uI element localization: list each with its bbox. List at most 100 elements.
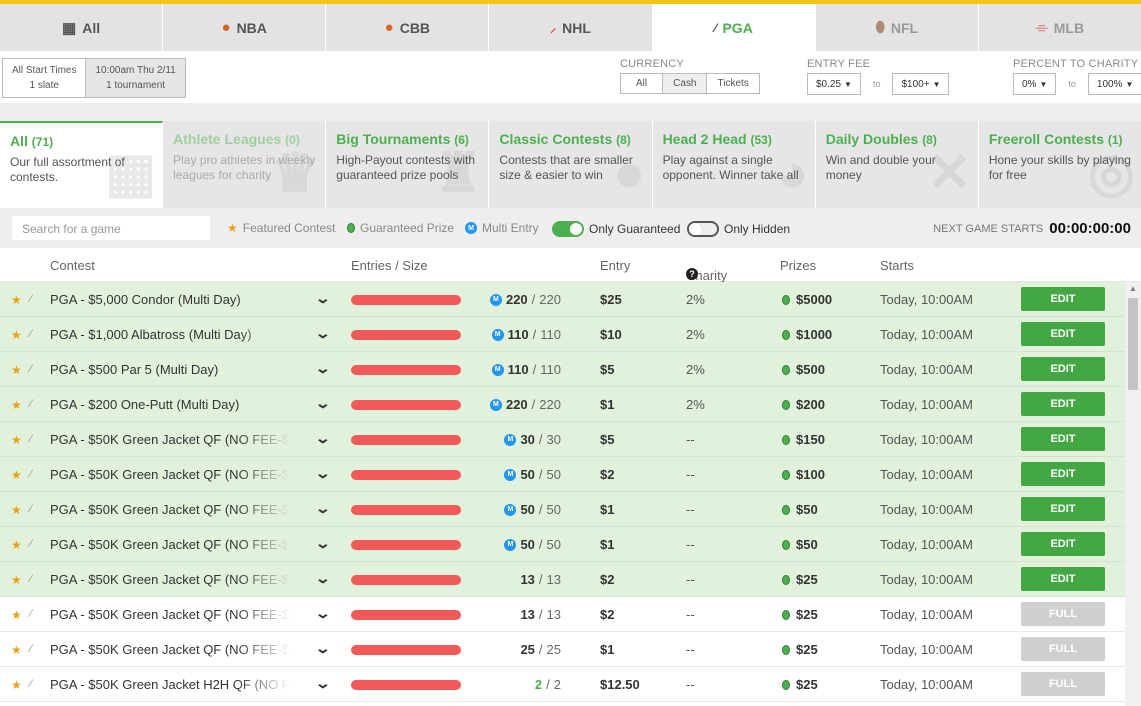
full-button[interactable]: FULL: [1021, 672, 1105, 696]
contest-name[interactable]: PGA - $50K Green Jacket QF (NO FEE-$1) (…: [50, 537, 290, 552]
table-row[interactable]: ★ ⁄ PGA - $5,000 Condor (Multi Day) ⌄ M 220/2…: [0, 282, 1141, 317]
chevron-down-icon[interactable]: ⌄: [315, 605, 331, 622]
table-row[interactable]: ★ ⁄ PGA - $50K Green Jacket QF (NO FEE-$1)…: [0, 527, 1141, 562]
star-icon[interactable]: ★: [11, 293, 22, 307]
chevron-down-icon[interactable]: ⌄: [315, 640, 331, 657]
tab-nfl[interactable]: ⬮ NFL: [816, 4, 979, 51]
star-icon[interactable]: ★: [11, 573, 22, 587]
contest-name[interactable]: PGA - $50K Green Jacket QF (NO FEE-$2) (…: [50, 607, 290, 622]
chevron-down-icon[interactable]: ⌄: [315, 535, 331, 552]
only-hidden-toggle[interactable]: Only Hidden: [687, 221, 790, 237]
edit-button[interactable]: EDIT: [1021, 357, 1105, 381]
slate-thursday[interactable]: 10:00am Thu 2/11 1 tournament: [85, 59, 185, 97]
charity-max-select[interactable]: 100% ▼: [1087, 73, 1141, 95]
tab-mlb[interactable]: ⌯ MLB: [979, 4, 1141, 51]
entries-size: 2: [553, 677, 561, 692]
slate-all[interactable]: All Start Times 1 slate: [3, 59, 85, 97]
chevron-down-icon[interactable]: ⌄: [315, 465, 331, 482]
category-daily-doubles[interactable]: ✕ Daily Doubles (8) Win and double your …: [816, 121, 979, 208]
help-icon[interactable]: ?: [686, 268, 698, 280]
tab-pga[interactable]: ⁄ PGA: [652, 4, 816, 51]
category-freeroll-contests[interactable]: ◎ Freeroll Contests (1) Hone your skills…: [979, 121, 1141, 208]
col-entry[interactable]: Entry: [600, 258, 630, 273]
col-prizes[interactable]: Prizes: [780, 258, 816, 273]
edit-button[interactable]: EDIT: [1021, 287, 1105, 311]
category-classic-contests[interactable]: ● Classic Contests (8) Contests that are…: [489, 121, 653, 208]
star-icon[interactable]: ★: [11, 503, 22, 517]
chevron-down-icon[interactable]: ⌄: [315, 430, 331, 447]
contest-name[interactable]: PGA - $50K Green Jacket QF (NO FEE-$1) (…: [50, 502, 290, 517]
full-button[interactable]: FULL: [1021, 637, 1105, 661]
edit-button[interactable]: EDIT: [1021, 392, 1105, 416]
edit-button[interactable]: EDIT: [1021, 427, 1105, 451]
toggle-switch[interactable]: [552, 221, 584, 237]
contest-name[interactable]: PGA - $500 Par 5 (Multi Day): [50, 362, 290, 377]
category-athlete-leagues[interactable]: ♛ Athlete Leagues (0) Play pro athletes …: [163, 121, 327, 208]
table-row[interactable]: ★ ⁄ PGA - $50K Green Jacket QF (NO FEE-$2)…: [0, 562, 1141, 597]
only-guaranteed-toggle[interactable]: Only Guaranteed: [552, 221, 680, 237]
contest-name[interactable]: PGA - $50K Green Jacket QF (NO FEE-$1) (…: [50, 642, 290, 657]
tab-all[interactable]: ▦ All: [0, 4, 164, 51]
star-icon[interactable]: ★: [11, 328, 22, 342]
entry-fee-max-select[interactable]: $100+ ▼: [892, 73, 950, 95]
chevron-down-icon[interactable]: ⌄: [315, 360, 331, 377]
contest-name[interactable]: PGA - $200 One-Putt (Multi Day): [50, 397, 290, 412]
full-button[interactable]: FULL: [1021, 602, 1105, 626]
category-big-tournaments[interactable]: ♜ Big Tournaments (6) High-Payout contes…: [326, 121, 490, 208]
table-row[interactable]: ★ ⁄ PGA - $50K Green Jacket QF (NO FEE-$1)…: [0, 492, 1141, 527]
toggle-switch[interactable]: [687, 221, 719, 237]
chevron-down-icon[interactable]: ⌄: [315, 290, 331, 307]
contest-name[interactable]: PGA - $1,000 Albatross (Multi Day): [50, 327, 290, 342]
star-icon[interactable]: ★: [11, 643, 22, 657]
star-icon[interactable]: ★: [11, 398, 22, 412]
category-head-2-head[interactable]: ◕ Head 2 Head (53) Play against a single…: [653, 121, 816, 208]
edit-button[interactable]: EDIT: [1021, 322, 1105, 346]
currency-tickets[interactable]: Tickets: [706, 74, 758, 93]
star-icon[interactable]: ★: [11, 363, 22, 377]
search-input[interactable]: Search for a game: [11, 215, 211, 241]
star-icon[interactable]: ★: [11, 608, 22, 622]
contest-name[interactable]: PGA - $50K Green Jacket QF (NO FEE-$2) (…: [50, 572, 290, 587]
chevron-down-icon[interactable]: ⌄: [315, 325, 331, 342]
table-row[interactable]: ★ ⁄ PGA - $50K Green Jacket QF (NO FEE-$5)…: [0, 422, 1141, 457]
edit-button[interactable]: EDIT: [1021, 567, 1105, 591]
currency-all[interactable]: All: [621, 74, 662, 93]
contest-name[interactable]: PGA - $50K Green Jacket QF (NO FEE-$2) (…: [50, 467, 290, 482]
table-row[interactable]: ★ ⁄ PGA - $500 Par 5 (Multi Day) ⌄ M 110/110 $…: [0, 352, 1141, 387]
chevron-down-icon[interactable]: ⌄: [315, 675, 331, 692]
col-starts[interactable]: Starts: [880, 258, 914, 273]
contest-name[interactable]: PGA - $5,000 Condor (Multi Day): [50, 292, 290, 307]
edit-button[interactable]: EDIT: [1021, 532, 1105, 556]
scroll-up-icon[interactable]: ▲: [1125, 282, 1141, 296]
star-icon[interactable]: ★: [11, 538, 22, 552]
col-contest[interactable]: Contest: [50, 258, 95, 273]
chevron-down-icon[interactable]: ⌄: [315, 395, 331, 412]
table-row[interactable]: ★ ⁄ PGA - $200 One-Putt (Multi Day) ⌄ M 220/2…: [0, 387, 1141, 422]
tab-cbb[interactable]: ● CBB: [326, 4, 490, 51]
currency-cash[interactable]: Cash: [662, 74, 707, 93]
charity-min-select[interactable]: 0% ▼: [1013, 73, 1057, 95]
table-row[interactable]: ★ ⁄ PGA - $50K Green Jacket H2H QF (NO FEE…: [0, 667, 1141, 702]
edit-button[interactable]: EDIT: [1021, 462, 1105, 486]
star-icon[interactable]: ★: [11, 433, 22, 447]
tab-nhl[interactable]: ⸝ NHL: [489, 4, 653, 51]
category-count: (0): [285, 133, 300, 147]
star-icon[interactable]: ★: [11, 678, 22, 692]
scroll-thumb[interactable]: [1128, 298, 1138, 390]
contest-name[interactable]: PGA - $50K Green Jacket H2H QF (NO FEE-: [50, 677, 290, 692]
table-row[interactable]: ★ ⁄ PGA - $50K Green Jacket QF (NO FEE-$2)…: [0, 597, 1141, 632]
scrollbar[interactable]: ▲: [1125, 282, 1141, 706]
table-row[interactable]: ★ ⁄ PGA - $50K Green Jacket QF (NO FEE-$2)…: [0, 457, 1141, 492]
star-icon[interactable]: ★: [11, 468, 22, 482]
col-entries[interactable]: Entries / Size: [351, 258, 428, 273]
category-all[interactable]: ▦ All (71) Our full assortment of contes…: [0, 121, 164, 208]
table-row[interactable]: ★ ⁄ PGA - $1,000 Albatross (Multi Day) ⌄ M 11…: [0, 317, 1141, 352]
edit-button[interactable]: EDIT: [1021, 497, 1105, 521]
entry-fee: $2: [600, 467, 615, 482]
entry-fee-min-select[interactable]: $0.25 ▼: [807, 73, 861, 95]
chevron-down-icon[interactable]: ⌄: [315, 500, 331, 517]
contest-name[interactable]: PGA - $50K Green Jacket QF (NO FEE-$5) (…: [50, 432, 290, 447]
table-row[interactable]: ★ ⁄ PGA - $50K Green Jacket QF (NO FEE-$1)…: [0, 632, 1141, 667]
chevron-down-icon[interactable]: ⌄: [315, 570, 331, 587]
tab-nba[interactable]: ● NBA: [163, 4, 327, 51]
